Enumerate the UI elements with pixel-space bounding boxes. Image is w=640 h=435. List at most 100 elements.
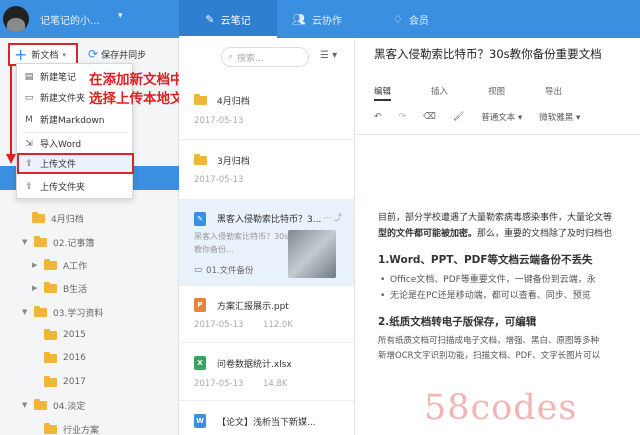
tree-item-label: 4月归档	[51, 214, 84, 225]
body-line: 新增OCR文字识别功能，扫描文档、PDF、文字长图片可以	[378, 351, 601, 361]
caret-right-icon[interactable]: ▶	[32, 284, 41, 292]
list-item[interactable]: 4月归档 2017-05-13	[179, 78, 354, 140]
document-body[interactable]: 目前，部分学校遭遇了大量勒索病毒感染事件，大量论文等 型的文件都可能被加密。那么…	[378, 210, 640, 364]
note-date: 2017-05-13	[194, 175, 244, 185]
search-placeholder: 搜索...	[237, 53, 264, 64]
tab-insert[interactable]: 插入	[431, 85, 488, 97]
import-icon: ⇲	[25, 138, 33, 149]
eraser-icon[interactable]: ⌫	[423, 112, 436, 122]
chevron-down-icon[interactable]: ▾	[118, 11, 123, 21]
tree-item-label: 03.学习资料	[53, 308, 104, 319]
caret-down-icon[interactable]: ▼	[22, 401, 31, 409]
tree-item[interactable]: ▶ B生活	[0, 276, 179, 300]
folder-icon	[44, 351, 57, 363]
caret-down-icon[interactable]: ▼	[22, 308, 31, 316]
intro-line-1: 目前，部分学校遭遇了大量勒索病毒感染事件，大量论文等	[378, 213, 613, 223]
folder-icon	[44, 422, 57, 434]
menu-item-label: 新建Markdown	[40, 116, 105, 126]
editor-panel: 黑客入侵勒索比特币？30s教你备份重要文档 编辑 插入 视图 导出 ↶ ↷ ⌫ …	[356, 38, 640, 435]
list-view-icon[interactable]: ☰ ▾	[320, 50, 337, 61]
menu-item-upload-file[interactable]: ⇪ 上传文件	[17, 153, 134, 174]
tree-item[interactable]: 行业方案	[0, 417, 179, 435]
tree-item[interactable]: ▶ A工作	[0, 253, 179, 277]
tab-label: 会员	[408, 15, 429, 27]
avatar[interactable]	[3, 6, 29, 32]
folder-icon	[34, 235, 47, 247]
section-heading-1: 1.Word、PPT、PDF等文档云端备份不丢失	[378, 254, 593, 266]
menu-item-import-word[interactable]: ⇲ 导入Word	[17, 134, 134, 153]
tree-item[interactable]: ▼ 03.学习资料	[0, 300, 179, 324]
menu-item-label: 上传文件夹	[40, 183, 86, 193]
upload-icon: ⇪	[25, 158, 33, 169]
note-title: 3月归档	[217, 157, 250, 167]
upload-folder-icon: ⇪	[25, 181, 33, 192]
share-icon[interactable]: ⋯ ⤴	[323, 212, 342, 223]
sync-icon: ⟳	[88, 47, 99, 61]
menu-item-upload-folder[interactable]: ⇪ 上传文件夹	[17, 177, 134, 196]
list-item-selected[interactable]: ✎ 黑客入侵勒索比特币？3... ⋯ ⤴ 黑客入侵勒索比特币？30s教你备份..…	[179, 200, 354, 286]
search-input[interactable]: ⌕ 搜索...	[221, 47, 309, 67]
ppt-file-icon: P	[194, 298, 206, 312]
tab-export[interactable]: 导出	[545, 85, 602, 97]
tree-item[interactable]: 2015	[0, 323, 179, 347]
toolbar-divider	[356, 134, 640, 135]
folder-icon	[194, 94, 207, 105]
note-title: 黑客入侵勒索比特币？3...	[217, 215, 322, 225]
top-bar: 记笔记的小... ▾ ✎ 云笔记 👥︎ 云协作 ♢ 会员	[0, 0, 640, 38]
save-sync-label: 保存并同步	[101, 50, 147, 61]
editor-tabs: 编辑 插入 视图 导出	[374, 85, 602, 101]
tree-item-label: 2016	[63, 353, 86, 363]
section-heading-2: 2.纸质文档转电子版保存，可编辑	[378, 316, 537, 328]
tab-view[interactable]: 视图	[488, 85, 545, 97]
tab-membership[interactable]: ♢ 会员	[393, 0, 429, 38]
document-title[interactable]: 黑客入侵勒索比特币？30s教你备份重要文档	[374, 46, 602, 62]
note-icon: ▤	[24, 71, 34, 82]
folder-outline-icon: ▭	[194, 265, 203, 275]
tree-item-label: 02.记事簿	[53, 238, 95, 249]
note-date: 2017-05-13	[194, 320, 244, 330]
menu-divider	[22, 132, 127, 133]
undo-icon[interactable]: ↶	[374, 112, 382, 122]
caret-down-icon[interactable]: ▼	[22, 238, 31, 246]
list-item[interactable]: P 方案汇报展示.ppt 2017-05-13 112.0K	[179, 286, 354, 343]
folder-icon	[44, 328, 57, 340]
tree-item-label: 04.淡定	[53, 401, 86, 412]
note-date: 2017-05-13	[194, 116, 244, 126]
excel-file-icon: X	[194, 356, 206, 370]
redo-icon[interactable]: ↷	[399, 112, 407, 122]
tab-label: 插入	[431, 87, 449, 97]
tree-item[interactable]: ▼ 02.记事簿	[0, 230, 179, 254]
watermark: 58codes	[424, 388, 578, 428]
intro-tail-text: 那么，重要的文档除了及时归档也	[477, 229, 613, 239]
menu-item-new-markdown[interactable]: M 新建Markdown	[17, 110, 134, 129]
tree-item-label: 2017	[63, 377, 86, 387]
font-select[interactable]: 微软雅黑 ▾	[539, 111, 580, 123]
username[interactable]: 记笔记的小...	[40, 12, 100, 27]
folder-icon	[44, 281, 57, 293]
menu-item-label: 导入Word	[40, 140, 82, 150]
folder-icon: ▭	[24, 92, 34, 103]
paragraph-style-select[interactable]: 普通文本 ▾	[481, 111, 522, 123]
list-item[interactable]: W 【论文】浅析当下新媒...	[179, 401, 354, 435]
tab-label: 云协作	[311, 15, 342, 27]
tree-item-label: A工作	[63, 261, 88, 272]
note-thumbnail	[288, 230, 336, 278]
caret-right-icon[interactable]: ▶	[32, 261, 41, 269]
diamond-icon: ♢	[393, 12, 403, 26]
list-item[interactable]: 3月归档 2017-05-13	[179, 140, 354, 200]
tree-item[interactable]: 2016	[0, 346, 179, 370]
tab-collaboration[interactable]: 👥︎ 云协作	[292, 0, 342, 38]
tree-item[interactable]: 2017	[0, 370, 179, 394]
tree-item[interactable]: 4月归档	[0, 206, 179, 230]
tree-item[interactable]: ▼ 04.淡定	[0, 393, 179, 417]
tab-edit[interactable]: 编辑	[374, 85, 431, 101]
tab-cloud-notes[interactable]: ✎ 云笔记	[179, 0, 277, 38]
word-file-icon: W	[194, 414, 206, 428]
tab-label: 编辑	[374, 87, 392, 101]
list-item[interactable]: X 问卷数据统计.xlsx 2017-05-13 14.8K	[179, 343, 354, 401]
format-painter-icon[interactable]: 🖌︎	[453, 112, 464, 122]
save-sync-button[interactable]: ⟳ 保存并同步	[88, 47, 146, 61]
bullet-item: Office文档、PDF等重要文件，一键备份到云端，永	[378, 272, 640, 288]
intro-bold-text: 型的文件都可能被加密。	[378, 229, 478, 239]
note-folder-label: 01.文件备份	[206, 266, 254, 276]
